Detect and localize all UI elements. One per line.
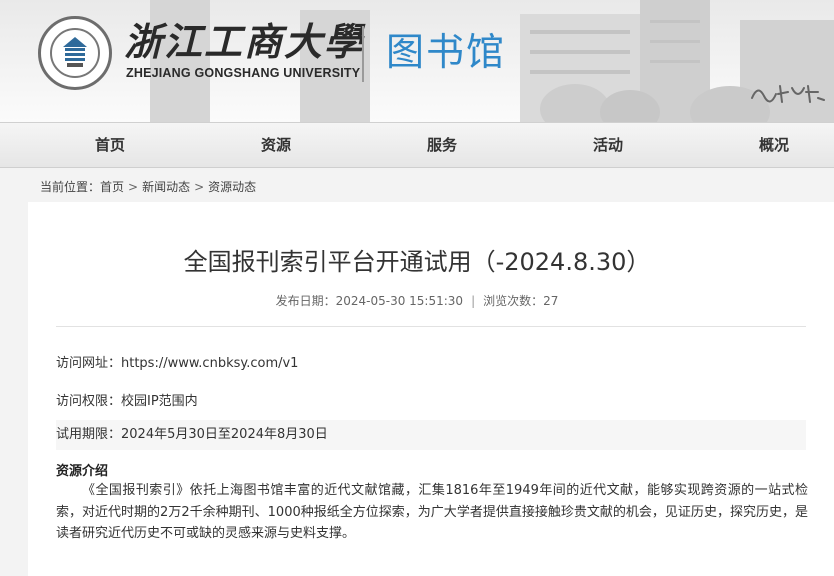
resource-intro-heading: 资源介绍 — [56, 464, 109, 479]
breadcrumb: 当前位置：首页 > 新闻动态 > 资源动态 — [40, 178, 256, 195]
university-name-cn: 浙江工商大學 — [124, 19, 365, 64]
publish-date-label: 发布日期： — [275, 294, 336, 308]
nav-item-services[interactable]: 服务 — [382, 123, 502, 167]
meta-separator: | — [471, 294, 476, 308]
background-window — [650, 60, 700, 63]
nav-item-home[interactable]: 首页 — [50, 123, 170, 167]
library-name[interactable]: 图书馆 — [386, 26, 506, 78]
access-permission-line: 访问权限：校园IP范围内 — [56, 394, 198, 409]
breadcrumb-separator: > — [194, 180, 205, 194]
main-nav: 首页 资源 服务 活动 概况 — [0, 122, 834, 168]
breadcrumb-resource-news-link[interactable]: 资源动态 — [208, 180, 256, 194]
header-divider — [362, 26, 364, 82]
background-window — [530, 50, 630, 54]
background-window — [530, 30, 630, 34]
breadcrumb-home-link[interactable]: 首页 — [100, 180, 124, 194]
breadcrumb-separator: > — [128, 180, 139, 194]
publish-date: 2024-05-30 15:51:30 — [335, 294, 464, 308]
access-url-line[interactable]: 访问网址：https://www.cnbksy.com/v1 — [56, 352, 298, 371]
university-name-en: ZHEJIANG GONGSHANG UNIVERSITY — [126, 66, 361, 80]
background-window — [650, 20, 700, 23]
resource-intro-body: 《全国报刊索引》依托上海图书馆丰富的近代文献馆藏，汇集1816年至1949年间的… — [56, 483, 808, 541]
nav-item-activities[interactable]: 活动 — [548, 123, 668, 167]
calligraphy-signature-icon — [751, 85, 825, 103]
breadcrumb-prefix: 当前位置： — [40, 180, 101, 194]
nav-item-overview[interactable]: 概况 — [714, 123, 834, 167]
view-count-label: 浏览次数： — [483, 294, 544, 308]
trial-period-line: 试用期限：2024年5月30日至2024年8月30日 — [56, 427, 328, 442]
nav-item-resources[interactable]: 资源 — [216, 123, 336, 167]
seal-inner-ring — [50, 28, 100, 78]
seal-emblem-icon — [63, 37, 87, 67]
university-seal-logo[interactable] — [38, 16, 112, 90]
title-divider — [56, 326, 806, 327]
background-window — [530, 70, 630, 74]
header-banner: 浙江工商大學 ZHEJIANG GONGSHANG UNIVERSITY 图书馆 — [0, 0, 834, 122]
view-count: 27 — [543, 294, 559, 308]
breadcrumb-news-link[interactable]: 新闻动态 — [142, 180, 190, 194]
background-window — [650, 40, 700, 43]
article-meta: 发布日期：2024-05-30 15:51:30 | 浏览次数：27 — [28, 292, 806, 309]
article-card: 全国报刊索引平台开通试用（-2024.8.30） 发布日期：2024-05-30… — [28, 202, 834, 576]
article-title: 全国报刊索引平台开通试用（-2024.8.30） — [183, 248, 651, 276]
